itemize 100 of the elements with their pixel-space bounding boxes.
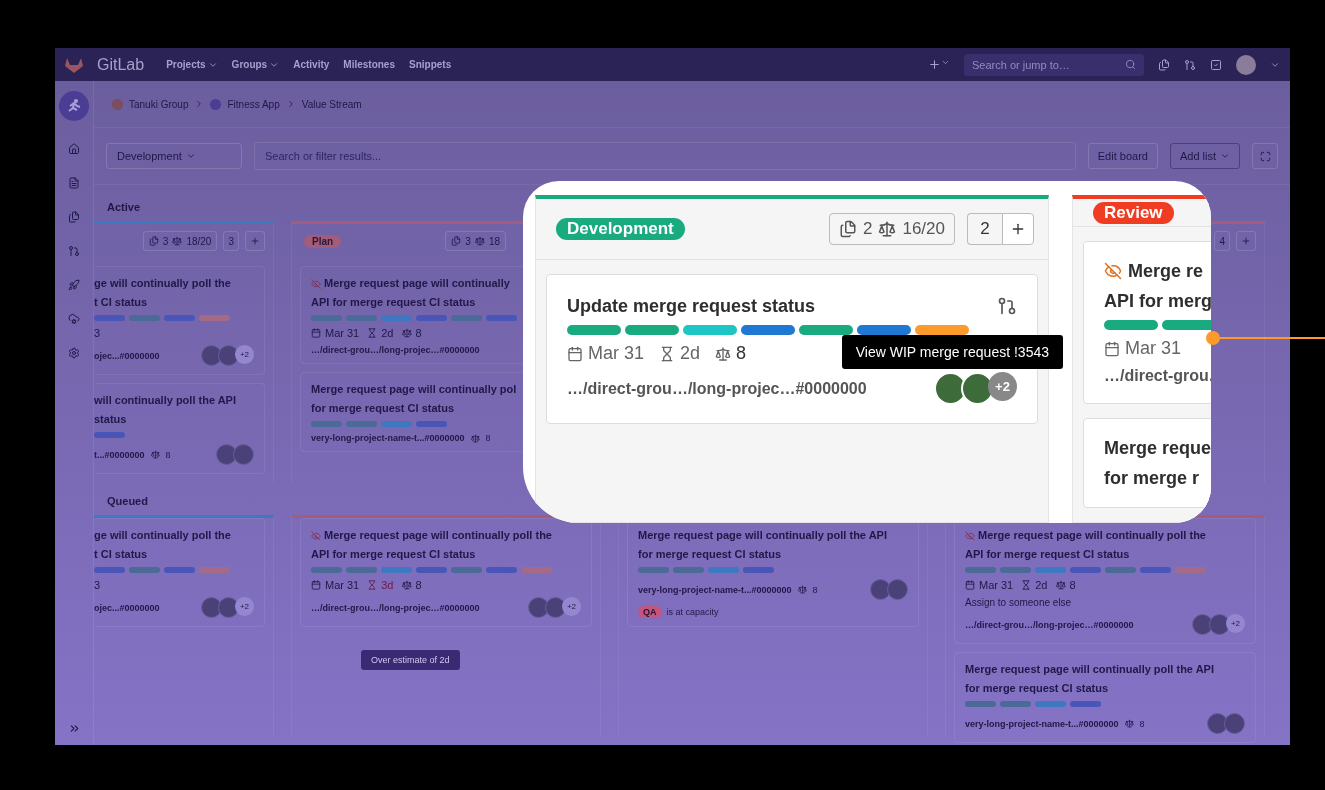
scale-icon: [797, 585, 807, 594]
lane-title: Queued: [106, 495, 148, 509]
card-title: ge will continually poll the: [94, 277, 231, 290]
card-title: for merge r: [1104, 467, 1200, 489]
card-title: Merge request page will continually poll the API: [965, 663, 1214, 676]
weight-value: 8: [812, 584, 818, 595]
plus-icon: [250, 236, 260, 246]
issue-reference: very-long-project-name-t...#0000000: [965, 718, 1119, 729]
breadcrumb-link[interactable]: Value Stream: [301, 98, 362, 110]
time-estimate: 3d: [381, 579, 394, 591]
card-title: API for merge request CI status: [311, 548, 476, 561]
avatar: [201, 345, 222, 366]
issue-reference: ojec...#0000000: [94, 602, 160, 613]
card-title: Merge re: [1128, 260, 1204, 282]
nav-link[interactable]: Activity: [293, 59, 330, 70]
weight-total: 18: [488, 235, 500, 247]
scale-icon: [878, 220, 897, 238]
scale-icon: [150, 450, 160, 459]
label-tag: QA: [638, 606, 662, 618]
nav-link[interactable]: Projects: [166, 59, 218, 70]
issues-icon[interactable]: [68, 211, 80, 223]
settings-icon[interactable]: [68, 347, 80, 359]
caret-icon: [1220, 151, 1230, 161]
weight-total: 16/20: [902, 219, 945, 239]
project-avatar[interactable]: [59, 91, 89, 121]
nav-link[interactable]: Groups: [231, 59, 280, 70]
due-date: Mar 31: [979, 579, 1014, 591]
weight-value: 3: [94, 579, 101, 591]
list-label: Review: [1093, 201, 1174, 224]
issues-icon: [451, 236, 462, 246]
group-avatar: [112, 98, 123, 110]
due-date: Mar 31: [325, 579, 360, 591]
calendar-icon: [311, 580, 321, 590]
time-estimate: 2d: [680, 343, 701, 364]
weight-value: 8: [415, 327, 422, 339]
avatar: [218, 345, 239, 366]
list-label: Development: [556, 218, 685, 240]
fox-logo-icon: [65, 56, 83, 73]
avatar: [528, 597, 549, 618]
scale-icon: [470, 433, 480, 443]
breadcrumb-link[interactable]: Fitness App: [227, 98, 280, 110]
merge-request-icon[interactable]: [68, 245, 80, 257]
group-avatar: [210, 98, 222, 110]
nav-link[interactable]: Snippets: [409, 59, 452, 70]
merge-request-icon[interactable]: [997, 296, 1017, 316]
issue-reference: …/direct-grou…/long-projec…#0000000: [965, 619, 1134, 630]
card-title: t CI status: [94, 548, 148, 561]
file-icon[interactable]: [68, 177, 80, 189]
card-title: for merge request CI status: [965, 682, 1109, 695]
issues-icon[interactable]: [1158, 58, 1170, 71]
tooltip: Over estimate of 2d: [361, 650, 460, 670]
time-estimate: 2d: [381, 327, 394, 339]
card-title: Merge request page will continually pol: [311, 383, 517, 396]
rocket-icon[interactable]: [68, 279, 80, 291]
calendar-icon: [1104, 340, 1120, 357]
weight-value: 8: [415, 579, 422, 591]
card-title: API for merg: [1104, 290, 1211, 312]
cloud-gear-icon[interactable]: [68, 313, 80, 325]
toolbar-button[interactable]: Edit board: [1087, 143, 1158, 169]
card-title: Merge request page will continually poll the API: [638, 529, 887, 542]
card-title: Merge reque: [1104, 437, 1211, 459]
avatar: [1209, 614, 1230, 635]
eye-off-icon: [965, 530, 975, 541]
avatar: [1207, 713, 1228, 734]
home-icon[interactable]: [68, 143, 80, 155]
issues-icon: [148, 236, 159, 246]
calendar-icon: [965, 580, 975, 590]
weight-value: 8: [485, 433, 491, 443]
issue-reference: …/direct-grou…/long-projec…#0000000: [311, 345, 480, 355]
avatar: [1224, 713, 1245, 734]
user-avatar[interactable]: [1236, 54, 1256, 75]
nav-link[interactable]: Milestones: [343, 59, 395, 70]
issue-count: 3: [162, 235, 169, 247]
eye-off-icon: [311, 278, 321, 289]
plus-square-icon[interactable]: [928, 58, 950, 71]
search-placeholder: Search or jump to…: [972, 58, 1070, 71]
more-assignees: +2: [1226, 614, 1245, 633]
brand-name: GitLab: [97, 55, 145, 74]
breadcrumb-link[interactable]: Tanuki Group: [129, 98, 189, 110]
weight-total: 18/20: [186, 235, 212, 247]
card-title: for merge request CI status: [638, 548, 782, 561]
weight-value: 8: [1139, 718, 1145, 729]
weight-value: 8: [165, 449, 171, 460]
board-dropdown[interactable]: Development: [106, 143, 242, 169]
merge-request-icon[interactable]: [1184, 58, 1196, 71]
plus-icon: [1010, 221, 1026, 237]
avatar: [545, 597, 566, 618]
due-date: Mar 31: [1125, 338, 1182, 359]
todo-icon[interactable]: [1210, 58, 1222, 71]
avatar: [216, 444, 237, 465]
fullscreen-button[interactable]: [1252, 143, 1278, 169]
plus-icon: [1241, 236, 1251, 246]
scale-icon: [401, 580, 412, 590]
search-field[interactable]: Search or jump to…: [964, 53, 1144, 76]
issue-reference: ojec...#0000000: [94, 350, 160, 361]
card-note: Assign to someone else: [965, 597, 1073, 608]
scale-icon: [1124, 719, 1134, 728]
add-issue-button[interactable]: [1002, 213, 1034, 245]
avatar: [233, 444, 254, 465]
toolbar-button[interactable]: Add list: [1169, 143, 1240, 169]
